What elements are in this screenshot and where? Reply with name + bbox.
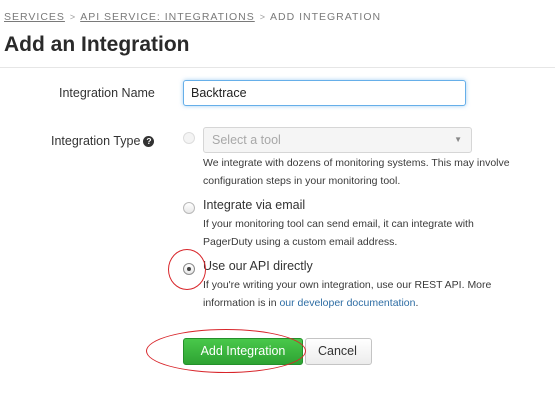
use-api-directly-label[interactable]: Use our API directly <box>203 259 313 273</box>
integration-name-input[interactable] <box>183 80 466 106</box>
help-line: configuration steps in your monitoring t… <box>203 175 401 187</box>
radio-integrate-via-email[interactable] <box>183 202 195 214</box>
breadcrumb-integrations-link[interactable]: API SERVICE: INTEGRATIONS <box>80 11 255 23</box>
developer-documentation-link[interactable]: our developer documentation <box>279 297 415 309</box>
help-text: . <box>415 297 419 309</box>
breadcrumb-services-link[interactable]: SERVICES <box>4 11 65 23</box>
radio-select-tool[interactable] <box>183 132 195 144</box>
annotation-circle-button <box>146 329 306 373</box>
caret-down-icon: ▼ <box>454 135 462 144</box>
breadcrumb-current: ADD INTEGRATION <box>270 11 382 23</box>
email-help: If your monitoring tool can send email, … <box>203 215 474 251</box>
tool-select[interactable]: Select a tool ▼ <box>203 127 472 153</box>
integrate-via-email-label[interactable]: Integrate via email <box>203 198 305 212</box>
help-line: information is in our developer document… <box>203 294 491 312</box>
page-title: Add an Integration <box>4 33 190 56</box>
integration-type-label: Integration Type ? <box>51 134 155 148</box>
help-line: PagerDuty using a custom email address. <box>203 236 398 248</box>
help-text: information is in <box>203 297 280 309</box>
annotation-circle-radio <box>168 249 206 290</box>
breadcrumb: SERVICES > API SERVICE: INTEGRATIONS > A… <box>4 9 381 25</box>
breadcrumb-separator-icon: > <box>259 12 266 22</box>
help-line: If your monitoring tool can send email, … <box>203 218 474 230</box>
help-line: If you're writing your own integration, … <box>203 279 492 291</box>
title-divider <box>0 67 555 68</box>
cancel-button[interactable]: Cancel <box>305 338 372 365</box>
api-help: If you're writing your own integration, … <box>203 276 491 312</box>
integration-name-label: Integration Name <box>59 86 155 100</box>
question-circle-icon[interactable]: ? <box>143 135 155 147</box>
integration-type-label-text: Integration Type <box>51 134 141 148</box>
breadcrumb-separator-icon: > <box>69 12 76 22</box>
tool-select-placeholder: Select a tool <box>212 133 281 147</box>
help-line: We integrate with dozens of monitoring s… <box>203 157 510 169</box>
select-tool-help: We integrate with dozens of monitoring s… <box>203 154 510 190</box>
